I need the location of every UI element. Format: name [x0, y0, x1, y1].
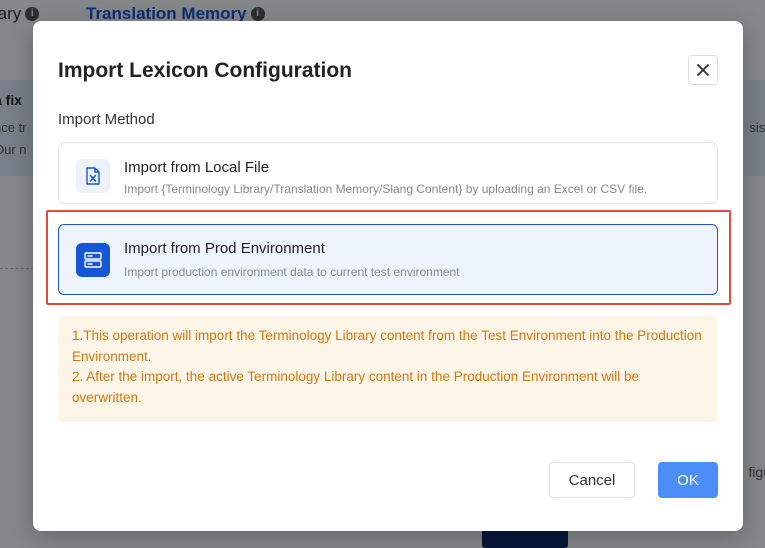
- option-title: Import from Prod Environment: [124, 240, 325, 257]
- option-title: Import from Local File: [124, 159, 270, 176]
- cancel-button[interactable]: Cancel: [549, 462, 635, 498]
- option-description: Import production environment data to cu…: [124, 265, 460, 279]
- option-description: Import {Terminology Library/Translation …: [124, 182, 648, 196]
- warning-line: 1.This operation will import the Termino…: [72, 328, 702, 364]
- dialog-title: Import Lexicon Configuration: [58, 59, 352, 82]
- close-button[interactable]: [688, 55, 718, 85]
- option-import-local-file[interactable]: Import from Local File Import {Terminolo…: [58, 142, 718, 204]
- option-import-prod-environment[interactable]: Import from Prod Environment Import prod…: [58, 224, 718, 295]
- ok-button[interactable]: OK: [658, 462, 718, 498]
- warning-notice: 1.This operation will import the Termino…: [58, 316, 718, 422]
- import-lexicon-dialog: Import Lexicon Configuration Import Meth…: [33, 21, 743, 531]
- server-icon: [76, 243, 110, 277]
- close-icon: [697, 64, 709, 76]
- excel-file-icon: [76, 159, 110, 193]
- import-method-label: Import Method: [58, 111, 155, 128]
- warning-line: 2. After the import, the active Terminol…: [72, 369, 640, 405]
